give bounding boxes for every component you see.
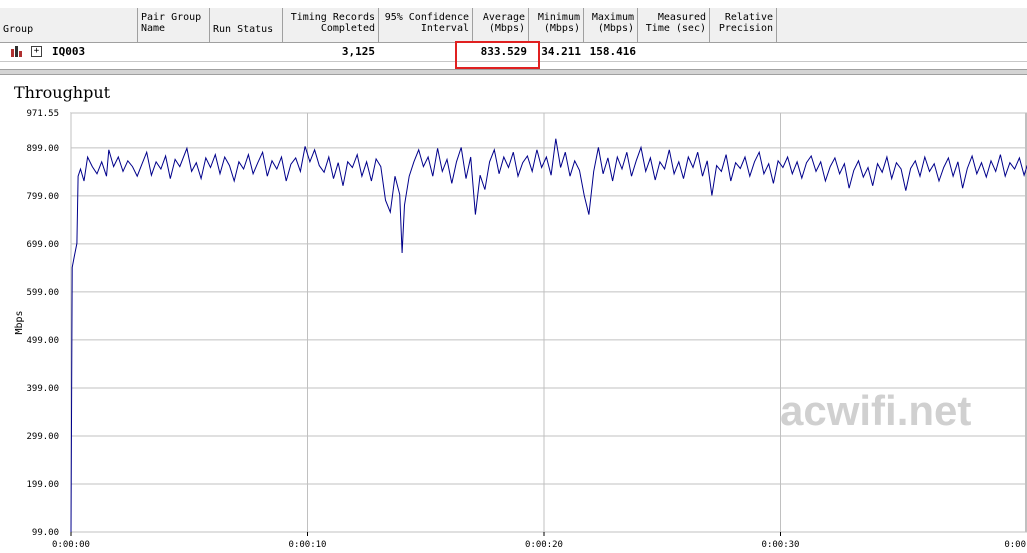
y-tick-label: 599.00: [26, 288, 59, 298]
chart-group-icon: [11, 46, 22, 57]
x-tick-label: 0:00:30: [762, 540, 800, 550]
average-highlight-box: [455, 41, 540, 69]
y-tick-label: 299.00: [26, 432, 59, 442]
header-relative-precision[interactable]: Relative Precision: [710, 8, 777, 42]
y-tick-label: 99.00: [32, 528, 59, 538]
header-average[interactable]: Average (Mbps): [473, 8, 529, 42]
throughput-chart: 99.00 199.00 299.00 399.00 499.00 599.00 699.0…: [14, 109, 1027, 550]
y-tick-label: 899.00: [26, 144, 59, 154]
top-strip: [0, 0, 1027, 8]
y-tick-label: 199.00: [26, 480, 59, 490]
watermark-text: acwifi.net: [780, 387, 971, 434]
throughput-chart-area: Throughput 99.00 199.00 299.00 399.00 499.00…: [0, 75, 1027, 553]
header-maximum[interactable]: Maximum (Mbps): [584, 8, 638, 42]
header-pair-group-name[interactable]: Pair Group Name: [138, 8, 210, 42]
y-axis-label: Mbps: [14, 310, 25, 334]
header-group[interactable]: Group: [0, 8, 138, 42]
y-tick-label: 971.55: [26, 109, 59, 119]
x-tick-label-partial: 0:00: [1004, 540, 1026, 550]
header-timing-records[interactable]: Timing Records Completed: [283, 8, 379, 42]
x-tick-label: 0:00:10: [289, 540, 327, 550]
y-tick-label: 499.00: [26, 336, 59, 346]
results-table-header: Group Pair Group Name Run Status Timing …: [0, 8, 1027, 43]
row-maximum: 158.416: [589, 45, 636, 58]
y-tick-label: 799.00: [26, 192, 59, 202]
x-tick-label: 0:00:00: [52, 540, 90, 550]
expand-toggle[interactable]: +: [31, 46, 42, 57]
y-tick-label: 699.00: [26, 240, 59, 250]
x-tick-label: 0:00:20: [525, 540, 563, 550]
header-measured-time[interactable]: Measured Time (sec): [638, 8, 710, 42]
header-minimum[interactable]: Minimum (Mbps): [529, 8, 584, 42]
row-timing-records: 3,125: [341, 45, 375, 58]
plot-frame: [70, 112, 1027, 533]
y-tick-label: 399.00: [26, 384, 59, 394]
header-confidence-interval[interactable]: 95% Confidence Interval: [379, 8, 473, 42]
header-run-status[interactable]: Run Status: [210, 8, 283, 42]
row-group: IQ003: [52, 45, 86, 58]
